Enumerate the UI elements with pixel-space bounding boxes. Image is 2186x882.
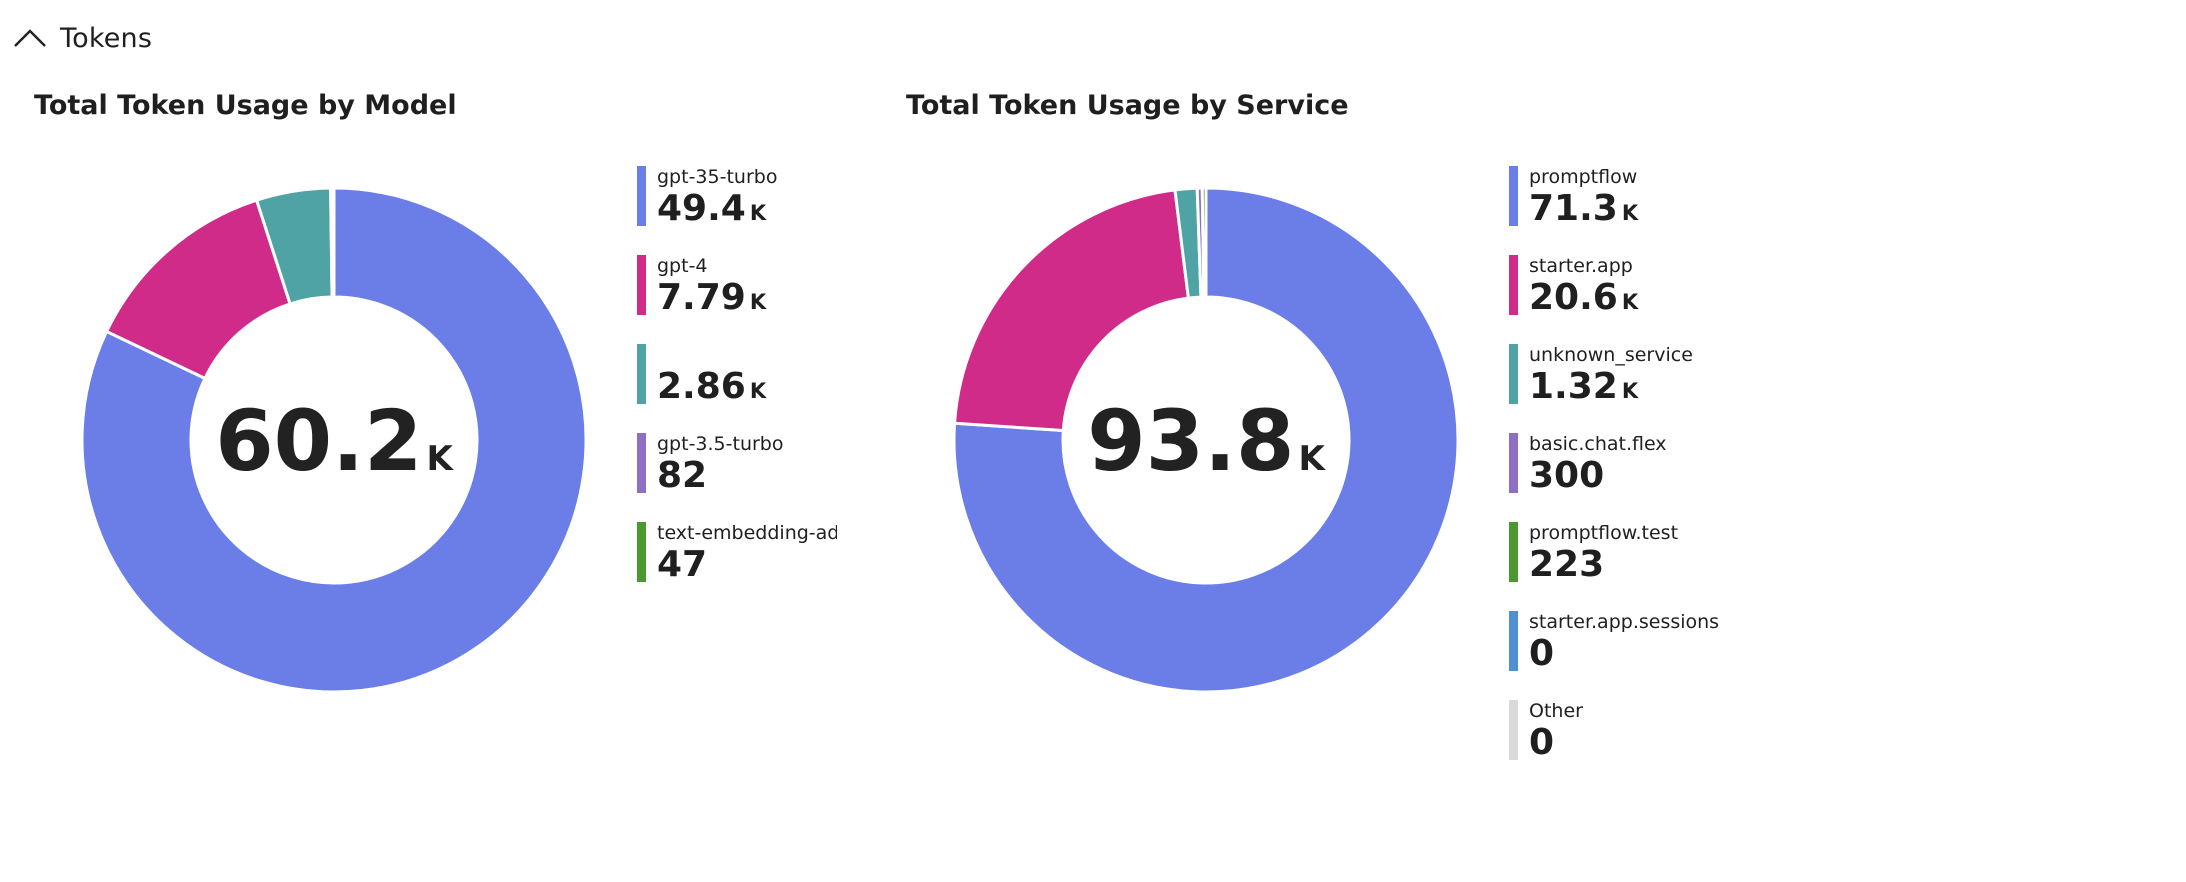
legend-swatch: [637, 255, 646, 315]
legend-value-number: 49.4: [657, 188, 746, 228]
chart-panel-by-model: Total Token Usage by Model 60.2 K gpt-35-…: [34, 90, 854, 770]
legend-value-number: 0: [1529, 633, 1555, 673]
legend-value-number: 223: [1529, 544, 1605, 584]
donut-slice-promptflow-test[interactable]: [1200, 186, 1208, 299]
legend-item-name: gpt-3.5-turbo: [657, 433, 784, 455]
legend-item-name: promptflow: [1529, 166, 1638, 188]
legend-value-unit: K: [749, 201, 767, 225]
legend-item-value: 1.32 K: [1529, 366, 1638, 406]
legend-item-name: gpt-4: [657, 255, 708, 277]
chart-title-by-service: Total Token Usage by Service: [906, 90, 1349, 121]
legend-item-value: 82: [657, 455, 707, 495]
center-total-number: 60.2: [215, 392, 422, 490]
legend-by-service: promptflow 71.3 Kstarter.app 20.6 Kunknown_s…: [1509, 166, 1809, 786]
legend-item-gpt-4[interactable]: gpt-4 7.79 K: [637, 255, 837, 317]
section-title: Tokens: [60, 22, 153, 54]
legend-swatch: [637, 344, 646, 404]
center-total-value: 60.2 K: [215, 392, 454, 490]
legend-swatch: [637, 433, 646, 493]
legend-item-name: basic.chat.flex: [1529, 433, 1667, 455]
legend-value-number: 71.3: [1529, 188, 1618, 228]
legend-item-promptflow-test[interactable]: promptflow.test 223: [1509, 522, 1809, 584]
legend-item-value: 7.79 K: [657, 277, 766, 317]
legend-swatch: [1509, 522, 1518, 582]
legend-item-name: gpt-35-turbo: [657, 166, 778, 188]
legend-value-number: 1.32: [1529, 366, 1618, 406]
legend-item-other[interactable]: Other 0: [1509, 700, 1809, 762]
legend-item-value: 71.3 K: [1529, 188, 1638, 228]
legend-value-number: 2.86: [657, 366, 746, 406]
legend-item-value: 223: [1529, 544, 1604, 584]
legend-value-number: 0: [1529, 722, 1555, 762]
legend-value-number: 7.79: [657, 277, 746, 317]
donut-slice-text-embedding-ada-0[interactable]: [331, 186, 336, 299]
legend-swatch: [1509, 700, 1518, 760]
legend-value-unit: K: [1621, 379, 1639, 403]
legend-item-segment-3[interactable]: 2.86 K: [637, 344, 837, 406]
donut-chart-by-model: 60.2 K: [80, 186, 588, 694]
legend-value-unit: K: [749, 379, 767, 403]
legend-value-unit: K: [1621, 290, 1639, 314]
legend-value-number: 82: [657, 455, 708, 495]
legend-item-value: 300: [1529, 455, 1604, 495]
legend-item-value: 49.4 K: [657, 188, 766, 228]
tokens-section-toggle[interactable]: Tokens: [12, 18, 152, 58]
legend-swatch: [1509, 344, 1518, 404]
legend-value-number: 20.6: [1529, 277, 1618, 317]
legend-item-name: promptflow.test: [1529, 522, 1679, 544]
legend-swatch: [1509, 611, 1518, 671]
legend-swatch: [1509, 433, 1518, 493]
center-total-unit: K: [1298, 439, 1326, 479]
legend-item-name: starter.app: [1529, 255, 1633, 277]
legend-value-number: 300: [1529, 455, 1605, 495]
chevron-up-icon: [14, 29, 46, 47]
legend-swatch: [1509, 166, 1518, 226]
legend-item-name: starter.app.sessions: [1529, 611, 1720, 633]
donut-chart-by-service: 93.8 K: [952, 186, 1460, 694]
center-total-value: 93.8 K: [1087, 392, 1326, 490]
legend-item-value: 0: [1529, 633, 1554, 673]
legend-item-value: 2.86 K: [657, 366, 766, 406]
legend-item-name: Other: [1529, 700, 1583, 722]
legend-value-unit: K: [749, 290, 767, 314]
legend-item-value: 20.6 K: [1529, 277, 1638, 317]
legend-item-starter-app[interactable]: starter.app 20.6 K: [1509, 255, 1809, 317]
legend-item-gpt-35-turbo[interactable]: gpt-35-turbo 49.4 K: [637, 166, 837, 228]
legend-swatch: [637, 522, 646, 582]
center-total-unit: K: [426, 439, 454, 479]
legend-item-promptflow[interactable]: promptflow 71.3 K: [1509, 166, 1809, 228]
chart-panel-by-service: Total Token Usage by Service 93.8 K promp…: [906, 90, 1826, 770]
legend-value-unit: K: [1621, 201, 1639, 225]
chart-title-by-model: Total Token Usage by Model: [34, 90, 457, 121]
legend-value-number: 47: [657, 544, 708, 584]
center-total-number: 93.8: [1087, 392, 1294, 490]
legend-item-name: text-embedding-ada-0: [657, 522, 837, 544]
legend-item-gpt-3-5-turbo[interactable]: gpt-3.5-turbo 82: [637, 433, 837, 495]
legend-swatch: [637, 166, 646, 226]
legend-item-value: 47: [657, 544, 707, 584]
legend-item-text-embedding-ada-0[interactable]: text-embedding-ada-047: [637, 522, 837, 584]
legend-item-unknown-service[interactable]: unknown_service 1.32 K: [1509, 344, 1809, 406]
legend-by-model: gpt-35-turbo 49.4 Kgpt-4 7.79 K 2.86 Kgpt-3.5-…: [637, 166, 837, 686]
legend-swatch: [1509, 255, 1518, 315]
legend-item-value: 0: [1529, 722, 1554, 762]
legend-item-basic-chat-flex[interactable]: basic.chat.flex 300: [1509, 433, 1809, 495]
legend-item-starter-app-sessions[interactable]: starter.app.sessions 0: [1509, 611, 1809, 673]
legend-item-name: unknown_service: [1529, 344, 1693, 366]
